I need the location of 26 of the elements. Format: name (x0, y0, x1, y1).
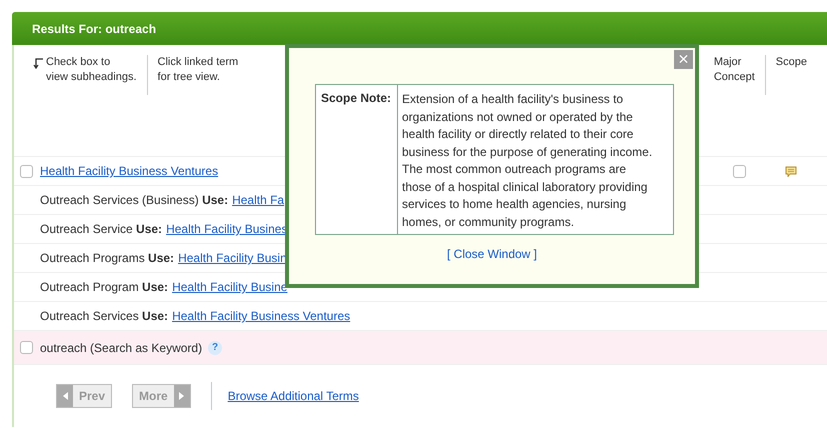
term-link[interactable]: Health Facility Busine (172, 280, 288, 294)
entry-term: Outreach Program Use: (40, 280, 168, 294)
right-arrow-icon (179, 392, 184, 400)
column-header: Scope (764, 55, 817, 95)
note-icon[interactable] (785, 166, 797, 176)
browse-link[interactable]: Browse Additional Terms (228, 389, 359, 403)
checkbox[interactable] (20, 341, 33, 354)
keyword-search-text: outreach (Search as Keyword) (40, 340, 202, 354)
help-button[interactable]: ? (208, 340, 222, 354)
scope-note-label: Scope Note: (316, 85, 398, 234)
instruction-text: Click linked term for tree view. (158, 55, 238, 85)
close-window-link[interactable]: [ Close Window ] (446, 247, 538, 261)
instruction-text: Check box to view subheadings. (46, 55, 137, 85)
entry-term: Outreach Services (Business) Use: (40, 193, 228, 207)
results-header: Results For: outreach (12, 12, 827, 45)
left-arrow-icon (62, 392, 68, 400)
term-link[interactable]: Health Facility Business Ventures (172, 309, 350, 323)
entry-term: Outreach Service Use: (40, 222, 162, 236)
checkbox[interactable] (20, 164, 33, 178)
column-header: Major Concept (712, 55, 756, 85)
scope-note-text: Extension of a health facility's business to organizations not owned or operated by the health facility or directly related to their core business for the purpose of generating income. The most common outreach programs are those of a hospital clinical laboratory providing services to home health agencies, nursing homes, or community programs. (401, 91, 654, 230)
term-link[interactable]: Health Facility Business Ventures (40, 164, 218, 178)
entry-term: Outreach Programs Use: (40, 251, 174, 265)
checkbox[interactable] (733, 164, 746, 178)
term-link[interactable]: Health Fa (232, 193, 284, 207)
entry-term: Outreach Services Use: (40, 309, 168, 323)
